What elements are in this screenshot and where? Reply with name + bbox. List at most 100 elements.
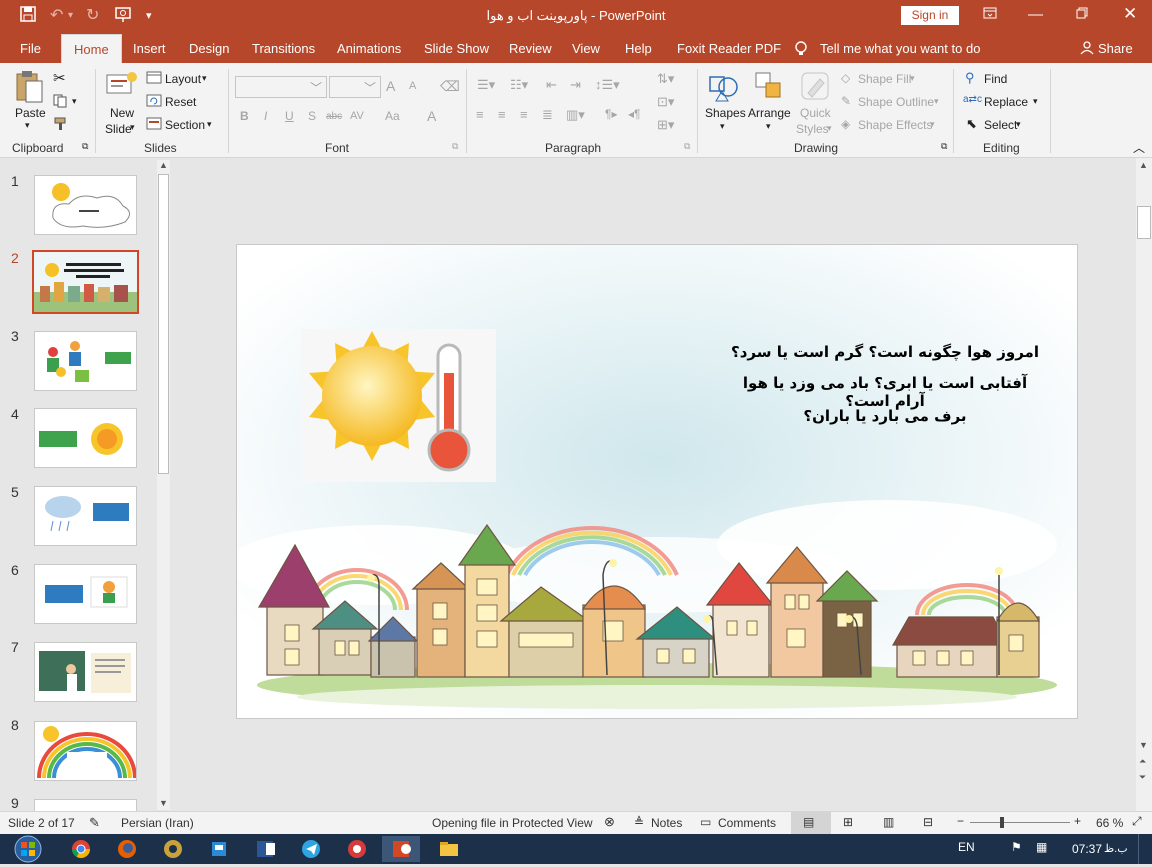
underline-button[interactable]: U (285, 109, 294, 123)
clock-time[interactable]: 07:37 (1072, 842, 1102, 856)
previous-slide-icon[interactable]: ⏶ (1139, 756, 1146, 767)
slide-thumbnail-6[interactable] (34, 564, 137, 624)
quick-styles-label-1[interactable]: Quick (800, 106, 831, 120)
fit-to-window-icon[interactable]: ⤢ (1132, 814, 1142, 829)
next-slide-icon[interactable]: ⏷ (1139, 772, 1146, 783)
word-taskbar-icon[interactable] (246, 836, 284, 862)
quick-styles-dropdown-icon[interactable]: ▾ (827, 123, 832, 134)
zoom-in-icon[interactable]: + (1074, 814, 1081, 828)
cancel-icon[interactable]: ⊗ (604, 814, 615, 830)
find-button[interactable]: Find (984, 72, 1007, 86)
sign-in-button[interactable]: Sign in (901, 6, 959, 25)
section-button[interactable]: Section (165, 118, 205, 132)
tab-slide-show[interactable]: Slide Show (424, 41, 489, 56)
increase-indent-icon[interactable]: ⇥ (570, 77, 581, 93)
replace-dropdown-icon[interactable]: ▾ (1033, 96, 1038, 107)
layout-button[interactable]: Layout (165, 72, 201, 86)
tab-animations[interactable]: Animations (337, 41, 401, 56)
comments-icon[interactable]: ▭ (700, 815, 711, 829)
network-icon[interactable]: ▦ (1036, 840, 1047, 854)
share-button[interactable]: Share (1098, 41, 1133, 56)
ltr-icon[interactable]: ¶▸ (605, 107, 617, 121)
slide-text-line-2[interactable]: آفتابی است یا ابری؟ باد می وزد یا هوا آر… (727, 374, 1043, 410)
zoom-slider-track[interactable] (970, 822, 1070, 823)
shape-fill-dropdown-icon[interactable]: ▾ (910, 73, 915, 84)
spell-check-icon[interactable]: ✎ (89, 815, 100, 831)
start-button[interactable] (6, 834, 50, 864)
line-spacing-icon[interactable]: ↕☰▾ (595, 77, 620, 93)
tab-design[interactable]: Design (189, 41, 229, 56)
font-launcher-icon[interactable]: ⧉ (452, 141, 458, 152)
notes-button[interactable]: Notes (651, 816, 682, 830)
decrease-font-size-button[interactable]: A (409, 80, 416, 92)
scroll-down-icon[interactable]: ▼ (159, 798, 168, 808)
tab-foxit-reader-pdf[interactable]: Foxit Reader PDF (677, 41, 781, 56)
columns-icon[interactable]: ▥▾ (566, 107, 585, 123)
layout-icon[interactable] (146, 71, 162, 87)
powerpoint-taskbar-icon[interactable] (382, 836, 420, 862)
select-button[interactable]: Select (984, 118, 1017, 132)
font-size-combobox[interactable]: ﹀ (329, 76, 381, 98)
text-shadow-button[interactable]: S (308, 109, 316, 123)
collapse-ribbon-icon[interactable]: ︿ (1133, 139, 1145, 156)
slide-thumbnail-5[interactable] (34, 486, 137, 546)
select-dropdown-icon[interactable]: ▾ (1016, 119, 1021, 130)
select-cursor-icon[interactable]: ⬉ (966, 116, 977, 132)
slide-sorter-icon[interactable]: ⊞ (843, 815, 853, 829)
telegram-taskbar-icon[interactable] (292, 836, 330, 862)
firefox-taskbar-icon[interactable] (108, 836, 146, 862)
ribbon-display-options-icon[interactable] (983, 6, 997, 24)
chrome-taskbar-icon[interactable] (62, 836, 100, 862)
slide-thumbnail-4[interactable] (34, 408, 137, 468)
strikethrough-button[interactable]: abc (326, 111, 342, 122)
increase-font-size-button[interactable]: A (386, 78, 395, 94)
scroll-down-icon[interactable]: ▼ (1139, 740, 1148, 750)
new-slide-dropdown-icon[interactable]: ▾ (130, 122, 135, 133)
align-text-icon[interactable]: ⊡▾ (657, 94, 674, 110)
slide-thumbnail-8[interactable] (34, 721, 137, 781)
tell-me-search[interactable]: Tell me what you want to do (820, 41, 980, 56)
new-slide-label-1[interactable]: New (110, 106, 134, 120)
slide-thumbnail-9[interactable] (34, 799, 137, 811)
reset-icon[interactable] (146, 94, 162, 110)
bullets-icon[interactable]: ☰▾ (477, 77, 495, 93)
zoom-out-icon[interactable]: − (957, 814, 964, 828)
font-color-button[interactable]: A (427, 108, 436, 124)
quick-styles-label-2[interactable]: Styles (796, 122, 829, 136)
align-center-icon[interactable]: ≡ (498, 107, 506, 122)
slide-text-line-1[interactable]: امروز هوا چگونه است؟ گرم است یا سرد؟ (727, 343, 1043, 361)
restore-icon[interactable] (1076, 6, 1088, 23)
input-language[interactable]: EN (958, 840, 975, 854)
shape-outline-icon[interactable]: ✎ (841, 94, 851, 108)
font-name-combobox[interactable]: ﹀ (235, 76, 327, 98)
slide-thumbnail-1[interactable] (34, 175, 137, 235)
file-explorer-taskbar-icon[interactable] (200, 836, 238, 862)
slide-canvas[interactable]: امروز هوا چگونه است؟ گرم است یا سرد؟ آفت… (236, 244, 1078, 719)
replace-icon[interactable]: a⇄c (963, 94, 982, 105)
tab-help[interactable]: Help (625, 41, 652, 56)
slide-scroll-thumb[interactable] (1137, 206, 1151, 239)
paragraph-launcher-icon[interactable]: ⧉ (684, 141, 690, 152)
edge-taskbar-icon[interactable] (154, 836, 192, 862)
close-icon[interactable]: ✕ (1123, 4, 1137, 24)
slideshow-view-icon[interactable]: ⊟ (923, 815, 933, 829)
quick-styles-icon[interactable] (800, 71, 830, 104)
notes-icon[interactable]: ≜ (634, 815, 644, 829)
shape-fill-button[interactable]: Shape Fill (858, 72, 911, 86)
reset-button[interactable]: Reset (165, 95, 196, 109)
paste-dropdown-icon[interactable]: ▾ (25, 120, 30, 131)
cut-icon[interactable]: ✂ (53, 69, 66, 87)
tab-home[interactable]: Home (61, 34, 122, 64)
paste-icon[interactable] (14, 69, 44, 108)
section-icon[interactable] (146, 117, 162, 133)
shape-effects-button[interactable]: Shape Effects (858, 118, 933, 132)
font-name-dropdown-icon[interactable]: ﹀ (310, 79, 322, 96)
paste-button[interactable]: Paste (15, 106, 46, 120)
tab-review[interactable]: Review (509, 41, 552, 56)
clock-ampm[interactable]: ب.ظ (1104, 842, 1128, 855)
shape-outline-dropdown-icon[interactable]: ▾ (934, 96, 939, 107)
shape-effects-icon[interactable]: ◈ (841, 117, 850, 131)
shapes-icon[interactable] (708, 71, 740, 106)
slide-thumbnail-2[interactable] (32, 250, 139, 314)
decrease-indent-icon[interactable]: ⇤ (546, 77, 557, 93)
